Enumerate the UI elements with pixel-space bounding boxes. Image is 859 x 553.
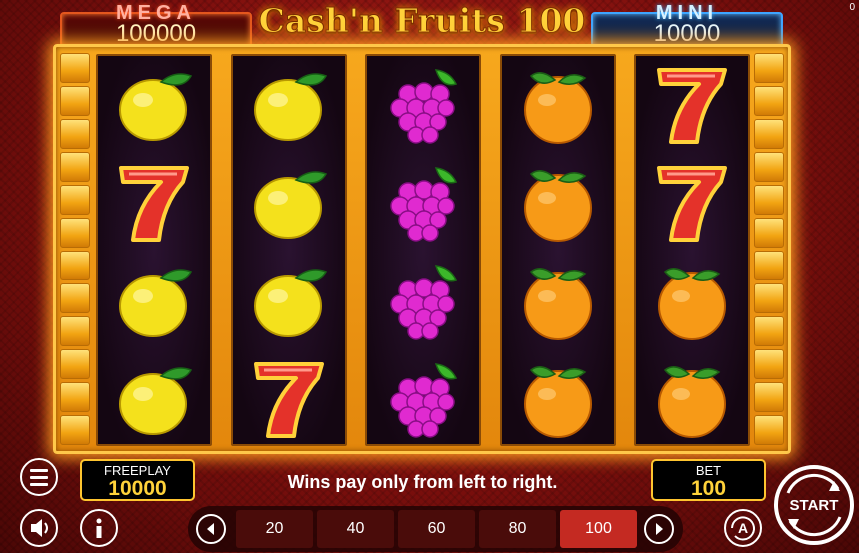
win-rule-message: Wins pay only from left to right.	[287, 472, 558, 492]
reel-symbol-lemon-icon	[233, 154, 345, 252]
bet-label: BET	[695, 463, 722, 478]
reel-1	[96, 54, 212, 446]
right-line-indicators	[754, 53, 784, 446]
freeplay-value: 10000	[108, 477, 167, 500]
reel-symbol-orange-icon	[502, 56, 614, 154]
bet-selector: 20 40 60 80 100	[188, 506, 683, 552]
bet-option-20[interactable]: 20	[236, 510, 313, 548]
reel-symbol-seven-icon	[636, 56, 748, 154]
reel-symbol-orange-icon	[502, 252, 614, 350]
reel-symbol-lemon-icon	[98, 252, 210, 350]
mega-jackpot-panel: MEGA 100000	[60, 2, 252, 48]
autoplay-icon: A	[731, 516, 755, 541]
left-line-indicators	[60, 53, 90, 446]
reel-symbol-orange-icon	[502, 154, 614, 252]
reel-symbol-orange-icon	[636, 252, 748, 350]
reel-symbol-seven-icon	[98, 154, 210, 252]
reel-symbol-seven-icon	[636, 154, 748, 252]
reel-symbol-grapes-icon	[367, 56, 479, 154]
bet-box: BET 100	[651, 459, 766, 501]
svg-text:A: A	[738, 520, 748, 536]
info-button[interactable]	[80, 509, 118, 547]
speaker-icon	[31, 519, 48, 537]
reel-4	[500, 54, 616, 446]
bet-option-100[interactable]: 100	[560, 510, 637, 548]
freeplay-box: FREEPLAY 10000	[80, 459, 195, 501]
bet-option-60[interactable]: 60	[398, 510, 475, 548]
mini-jackpot-panel: MINI 10000	[591, 2, 783, 48]
reel-symbol-grapes-icon	[367, 154, 479, 252]
reel-frame	[53, 44, 791, 454]
reel-2	[231, 54, 347, 446]
reel-symbol-grapes-icon	[367, 252, 479, 350]
bet-increase-button[interactable]	[644, 514, 674, 544]
reel-symbol-orange-icon	[636, 350, 748, 444]
info-icon	[96, 518, 102, 538]
reel-symbol-lemon-icon	[98, 56, 210, 154]
bet-decrease-button[interactable]	[196, 514, 226, 544]
bet-option-80[interactable]: 80	[479, 510, 556, 548]
bet-option-40[interactable]: 40	[317, 510, 394, 548]
menu-button[interactable]	[20, 458, 58, 496]
hamburger-menu-icon	[30, 468, 48, 472]
reel-symbol-lemon-icon	[233, 252, 345, 350]
reel-symbol-orange-icon	[502, 350, 614, 444]
start-button[interactable]: START	[774, 459, 854, 551]
reel-symbol-seven-icon	[233, 350, 345, 444]
reel-3	[365, 54, 481, 446]
reel-symbol-grapes-icon	[367, 350, 479, 444]
game-title: Cash'n Fruits 100	[258, 1, 586, 41]
reel-5	[634, 54, 750, 446]
corner-counter: 0	[849, 2, 855, 13]
start-label: START	[789, 497, 839, 514]
chevron-left-icon	[207, 523, 214, 535]
autoplay-button[interactable]: A	[724, 509, 762, 547]
sound-button[interactable]	[20, 509, 58, 547]
reel-symbol-lemon-icon	[98, 350, 210, 444]
bet-value: 100	[690, 477, 727, 500]
chevron-right-icon	[656, 523, 663, 535]
reel-symbol-lemon-icon	[233, 56, 345, 154]
freeplay-label: FREEPLAY	[104, 463, 171, 478]
